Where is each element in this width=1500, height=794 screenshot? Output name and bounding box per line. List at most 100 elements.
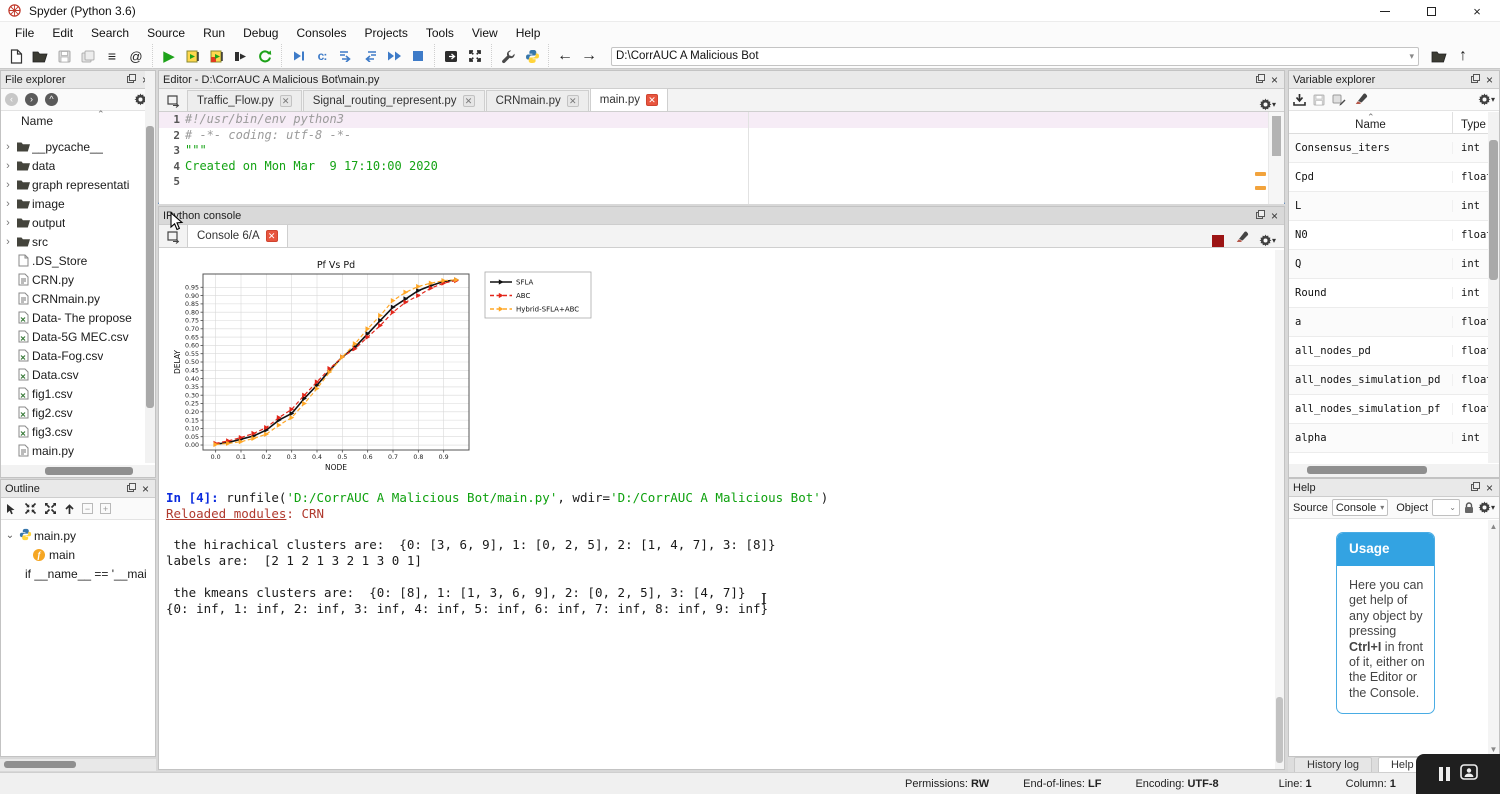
menu-edit[interactable]: Edit [43,24,82,42]
file-row[interactable]: main.py [1,441,145,460]
undock-icon[interactable] [1256,210,1265,222]
variable-row[interactable]: Roundint [1289,279,1488,308]
run-button[interactable]: ▶ [157,45,181,67]
undock-icon[interactable] [1256,74,1265,86]
stop-debug-button[interactable] [406,45,430,67]
expand-all-icon[interactable] [44,502,57,515]
editor-tab-CRNmain.py[interactable]: CRNmain.py✕ [486,90,589,111]
import-data-icon[interactable] [1293,93,1306,106]
file-row-folder[interactable]: ›output [1,213,145,232]
fe-horizontal-scrollbar[interactable] [1,465,155,477]
source-select[interactable]: Console▾ [1332,499,1388,516]
fe-column-name[interactable]: Name ⌃ [1,111,155,131]
preferences-wrench-button[interactable] [496,45,520,67]
file-row[interactable]: fig2.csv [1,403,145,422]
ve-vertical-scrollbar[interactable] [1488,112,1499,463]
editor-tab-main.py[interactable]: main.py✕ [590,88,668,111]
fe-next-button[interactable]: › [25,93,38,106]
python-path-button[interactable] [520,45,544,67]
run-cell-advance-button[interactable] [205,45,229,67]
parent-directory-button[interactable]: ↑ [1451,45,1475,67]
open-file-button[interactable] [28,45,52,67]
clear-console-icon[interactable] [1234,229,1249,247]
undock-icon[interactable] [1471,482,1480,494]
console-options-gear-icon[interactable]: ▾ [1259,234,1276,247]
continue-button[interactable] [382,45,406,67]
symbol-finder-button[interactable]: @ [124,45,148,67]
interrupt-kernel-button[interactable] [1212,235,1224,247]
editor-tab-Signal_routing_represent.py[interactable]: Signal_routing_represent.py✕ [303,90,485,111]
help-vertical-scrollbar[interactable]: ▲▼ [1488,520,1499,756]
close-tab-icon[interactable]: ✕ [463,95,475,107]
close-icon[interactable]: × [142,483,149,495]
menu-run[interactable]: Run [194,24,234,42]
forward-button[interactable]: → [577,45,601,67]
variable-row[interactable]: N0float [1289,221,1488,250]
variable-row[interactable]: Consensus_itersint [1289,134,1488,163]
editor-line[interactable]: 5 [159,174,1284,190]
back-button[interactable]: ← [553,45,577,67]
rerun-last-button[interactable] [253,45,277,67]
file-row[interactable]: Data-5G MEC.csv [1,327,145,346]
maximize-pane-button[interactable] [439,45,463,67]
expander-chevron-icon[interactable]: › [1,179,15,191]
maximize-button[interactable] [1408,0,1454,22]
expander-chevron-icon[interactable]: › [1,236,15,248]
object-select[interactable]: ⌄ [1432,499,1460,516]
menu-help[interactable]: Help [507,24,550,42]
close-icon[interactable]: × [1486,482,1493,494]
step-into-button[interactable] [334,45,358,67]
menu-tools[interactable]: Tools [417,24,463,42]
menu-search[interactable]: Search [82,24,138,42]
variable-row[interactable]: all_nodes_simulation_pffloat64 [1289,395,1488,424]
menu-projects[interactable]: Projects [356,24,417,42]
file-row[interactable]: fig1.csv [1,384,145,403]
variable-row[interactable]: Lint [1289,192,1488,221]
run-selection-button[interactable] [229,45,253,67]
outline-item[interactable]: fmain [3,545,153,564]
close-icon[interactable]: × [1271,74,1278,86]
file-switcher-button[interactable]: ≡ [100,45,124,67]
console-content[interactable]: 0.00.10.20.30.40.50.60.70.80.90.000.050.… [159,250,1284,769]
expand-section-icon[interactable]: + [100,503,111,514]
browse-directory-button[interactable] [1427,45,1451,67]
menu-source[interactable]: Source [138,24,194,42]
file-row[interactable]: Data-Fog.csv [1,346,145,365]
close-tab-icon[interactable]: ✕ [567,95,579,107]
undock-icon[interactable] [127,483,136,495]
undock-icon[interactable] [1471,74,1480,86]
editor-vertical-scrollbar[interactable] [1268,112,1284,204]
close-tab-icon[interactable]: ✕ [646,94,658,106]
menu-file[interactable]: File [6,24,43,42]
file-row-folder[interactable]: ›src [1,232,145,251]
fe-previous-button[interactable]: ‹ [5,93,18,106]
undock-icon[interactable] [127,74,136,86]
chevron-down-icon[interactable]: ▾ [1409,51,1414,62]
close-tab-icon[interactable]: ✕ [280,95,292,107]
go-to-cursor-icon[interactable] [5,503,17,515]
file-row[interactable]: Data- The propose [1,308,145,327]
outline-item[interactable]: ⌄main.py [3,526,153,545]
file-row[interactable]: Data.csv [1,365,145,384]
file-row[interactable]: CRN.py [1,270,145,289]
editor-line[interactable]: 3""" [159,143,1284,159]
close-button[interactable]: × [1454,0,1500,22]
variable-row[interactable]: Qint [1289,250,1488,279]
working-directory-input[interactable]: D:\CorrAUC A Malicious Bot ▾ [611,47,1419,66]
expander-chevron-icon[interactable]: › [1,141,15,153]
step-out-button[interactable] [358,45,382,67]
expander-chevron-icon[interactable]: › [1,160,15,172]
expander-chevron-icon[interactable]: › [1,198,15,210]
save-button[interactable] [52,45,76,67]
lock-icon[interactable] [1464,502,1474,514]
step-button[interactable]: c: [310,45,334,67]
variable-row[interactable]: afloat32 [1289,308,1488,337]
close-icon[interactable]: × [1486,74,1493,86]
menu-debug[interactable]: Debug [234,24,287,42]
browse-tabs-button[interactable] [161,91,187,111]
console-vertical-scrollbar[interactable] [1275,250,1284,769]
debug-button[interactable] [286,45,310,67]
fe-parent-button[interactable]: ^ [45,93,58,106]
close-icon[interactable]: × [1271,210,1278,222]
file-row-folder[interactable]: ›data [1,156,145,175]
